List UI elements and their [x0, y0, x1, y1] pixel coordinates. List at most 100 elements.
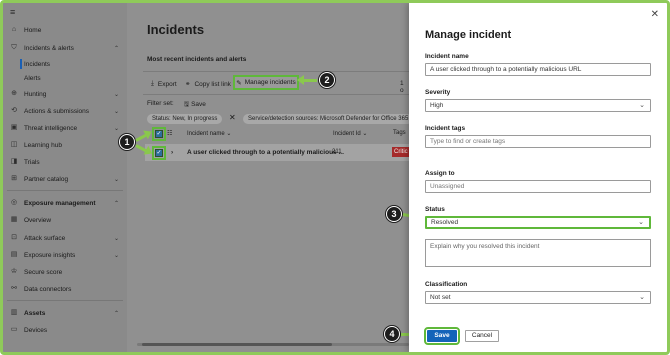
callout-arrow: [297, 75, 317, 85]
download-icon: ⤓: [151, 80, 154, 87]
sidebar-item-overview[interactable]: ▦ Overview: [3, 213, 127, 227]
incident-tags-input[interactable]: Type to find or create tags: [425, 135, 651, 148]
sidebar-item-partner-catalog[interactable]: ⊞ Partner catalog ⌄: [3, 172, 127, 186]
scrollbar-thumb[interactable]: [142, 343, 332, 346]
close-icon[interactable]: ✕: [229, 113, 236, 122]
resolution-comment-textarea[interactable]: Explain why you resolved this incident: [425, 239, 651, 267]
link-icon: ⚭: [185, 81, 191, 88]
callout-2: 2: [319, 72, 335, 88]
assign-to-label: Assign to: [425, 170, 455, 177]
classification-label: Classification: [425, 281, 468, 288]
export-button[interactable]: ⤓ Export: [151, 80, 177, 88]
incident-name-cell[interactable]: A user clicked through to a potentially …: [187, 149, 344, 156]
column-header-name[interactable]: Incident name ⌄: [187, 130, 231, 137]
edit-icon: ✎: [236, 79, 242, 87]
exposure-icon: ◎: [10, 199, 18, 206]
save-icon: 🖫: [183, 101, 190, 108]
chevron-down-icon: ⌄: [113, 176, 119, 183]
page-title: Incidents: [147, 22, 205, 37]
manage-incident-panel: ✕ Manage incident Incident name A user c…: [409, 3, 667, 352]
sidebar-item-secure-score[interactable]: ♔ Secure score: [3, 265, 127, 279]
manage-incidents-button[interactable]: ✎ Manage incidents: [233, 75, 299, 90]
sidebar-item-actions[interactable]: ⟲ Actions & submissions ⌄: [3, 104, 127, 118]
overview-icon: ▦: [10, 216, 18, 223]
column-header-id[interactable]: Incident Id ⌄: [333, 130, 367, 137]
callout-3: 3: [386, 206, 402, 222]
sidebar-item-devices[interactable]: ▭ Devices: [3, 323, 127, 337]
severity-dropdown[interactable]: High ⌄: [425, 99, 651, 112]
trials-icon: ◨: [10, 158, 18, 165]
assign-to-field[interactable]: Unassigned: [425, 180, 651, 193]
sidebar-item-incidents-alerts[interactable]: ⛉ Incidents & alerts ⌃: [3, 41, 127, 55]
cancel-button[interactable]: Cancel: [465, 330, 499, 342]
chevron-down-icon: ⌄: [113, 125, 119, 132]
classification-dropdown[interactable]: Not set ⌄: [425, 291, 651, 304]
section-title: Most recent incidents and alerts: [147, 56, 247, 63]
chevron-down-icon: ⌄: [113, 91, 119, 98]
sidebar-item-assets[interactable]: ▥ Assets ⌃: [3, 306, 127, 320]
copy-link-button[interactable]: ⚭ Copy list link: [185, 80, 231, 89]
chevron-down-icon: ⌄: [113, 252, 119, 259]
partner-icon: ⊞: [11, 175, 17, 182]
sidebar: ≡ ⌂ Home ⛉ Incidents & alerts ⌃ Incident…: [3, 3, 127, 352]
incidents-page: Incidents Most recent incidents and aler…: [127, 3, 414, 352]
save-button[interactable]: Save: [424, 327, 460, 345]
chevron-down-icon: ⌄: [113, 235, 119, 242]
chevron-down-icon: ⌄: [638, 219, 644, 226]
chevron-up-icon: ⌃: [113, 45, 119, 52]
chevron-up-icon: ⌃: [113, 310, 119, 317]
incident-id-cell: 211: [332, 149, 342, 155]
sidebar-item-trials[interactable]: ◨ Trials: [3, 155, 127, 169]
sidebar-divider: [7, 190, 123, 191]
chevron-down-icon: ⌄: [113, 108, 119, 115]
chevron-down-icon: ⌄: [639, 294, 645, 301]
status-label: Status: [425, 206, 445, 213]
sidebar-item-home[interactable]: ⌂ Home: [3, 23, 127, 37]
divider: [143, 94, 409, 95]
sidebar-item-data-connectors[interactable]: ⚯ Data connectors: [3, 282, 127, 296]
sidebar-item-attack-surface[interactable]: ⊡ Attack surface ⌄: [3, 231, 127, 245]
hamburger-icon[interactable]: ≡: [10, 7, 15, 17]
home-icon: ⌂: [11, 26, 17, 33]
row-checkbox[interactable]: ✓: [152, 146, 166, 160]
close-icon[interactable]: ✕: [651, 9, 659, 20]
filter-set: Filter set: 🖫 Save: [147, 100, 206, 111]
shield-icon: ⛉: [11, 44, 17, 51]
actions-icon: ⟲: [11, 107, 17, 114]
sidebar-divider: [7, 300, 123, 301]
sidebar-item-hunting[interactable]: ⊕ Hunting ⌄: [3, 87, 127, 101]
sidebar-item-exposure-insights[interactable]: ▤ Exposure insights ⌄: [3, 248, 127, 262]
incident-tags-label: Incident tags: [425, 125, 466, 132]
status-dropdown[interactable]: Resolved ⌄: [425, 216, 651, 229]
sidebar-item-learning-hub[interactable]: ◫ Learning hub: [3, 138, 127, 152]
expand-chevron-icon[interactable]: ›: [171, 149, 173, 156]
assets-icon: ▥: [10, 309, 18, 316]
severity-badge: Critic: [392, 147, 409, 157]
filter-chip-status[interactable]: Status: New, In progress: [147, 114, 223, 124]
save-filter-button[interactable]: 🖫 Save: [184, 100, 206, 111]
attack-surface-icon: ⊡: [11, 234, 17, 241]
app-window: ≡ ⌂ Home ⛉ Incidents & alerts ⌃ Incident…: [0, 0, 670, 355]
sidebar-item-threat-intel[interactable]: ▣ Threat intelligence ⌄: [3, 121, 127, 135]
devices-icon: ▭: [10, 326, 18, 333]
severity-label: Severity: [425, 89, 451, 96]
filter-chip-source[interactable]: Service/detection sources: Microsoft Def…: [243, 114, 414, 124]
trophy-icon: ♔: [10, 268, 18, 275]
chevron-up-icon: ⌃: [113, 200, 119, 207]
column-header-tags[interactable]: Tags: [393, 130, 406, 136]
panel-title: Manage incident: [425, 29, 512, 41]
hunting-icon: ⊕: [11, 90, 17, 97]
threat-intel-icon: ▣: [10, 124, 18, 131]
list-icon: ☷: [167, 131, 173, 137]
incident-name-label: Incident name: [425, 53, 469, 60]
connectors-icon: ⚯: [11, 285, 17, 292]
learning-icon: ◫: [10, 141, 18, 148]
callout-1: 1: [119, 134, 135, 150]
incident-name-field[interactable]: A user clicked through to a potentially …: [425, 63, 651, 76]
sidebar-item-alerts[interactable]: Alerts: [3, 71, 127, 85]
insights-icon: ▤: [10, 251, 18, 258]
select-all-checkbox[interactable]: ✓: [152, 127, 166, 141]
divider: [143, 71, 409, 72]
sidebar-item-exposure-management[interactable]: ◎ Exposure management ⌃: [3, 196, 127, 210]
sidebar-item-incidents[interactable]: Incidents: [3, 57, 127, 71]
